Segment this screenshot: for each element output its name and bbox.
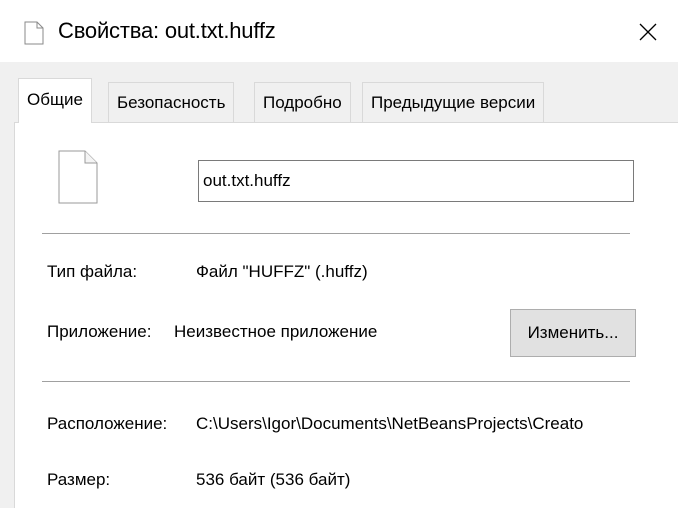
divider (42, 233, 630, 234)
tab-details[interactable]: Подробно (254, 82, 351, 122)
divider (42, 381, 630, 382)
tab-general[interactable]: Общие (18, 78, 92, 123)
window-title: Свойства: out.txt.huffz (58, 18, 276, 43)
tab-security[interactable]: Безопасность (108, 82, 235, 122)
title-bar: Свойства: out.txt.huffz (0, 0, 678, 62)
file-type-value: Файл "HUFFZ" (.huffz) (196, 262, 368, 281)
app-label: Приложение: (47, 322, 152, 341)
change-app-button[interactable]: Изменить... (510, 309, 636, 357)
close-icon (639, 23, 657, 41)
blank-document-icon (58, 150, 98, 204)
file-icon (24, 21, 44, 45)
tab-previous-versions[interactable]: Предыдущие версии (362, 82, 545, 122)
app-value: Неизвестное приложение (174, 322, 378, 341)
size-value: 536 байт (536 байт) (196, 470, 351, 489)
location-label: Расположение: (47, 414, 168, 433)
file-type-label: Тип файла: (47, 262, 138, 281)
close-button[interactable] (628, 12, 668, 52)
filename-input[interactable] (198, 160, 634, 202)
size-label: Размер: (47, 470, 111, 489)
location-value: C:\Users\Igor\Documents\NetBeansProjects… (196, 414, 584, 433)
